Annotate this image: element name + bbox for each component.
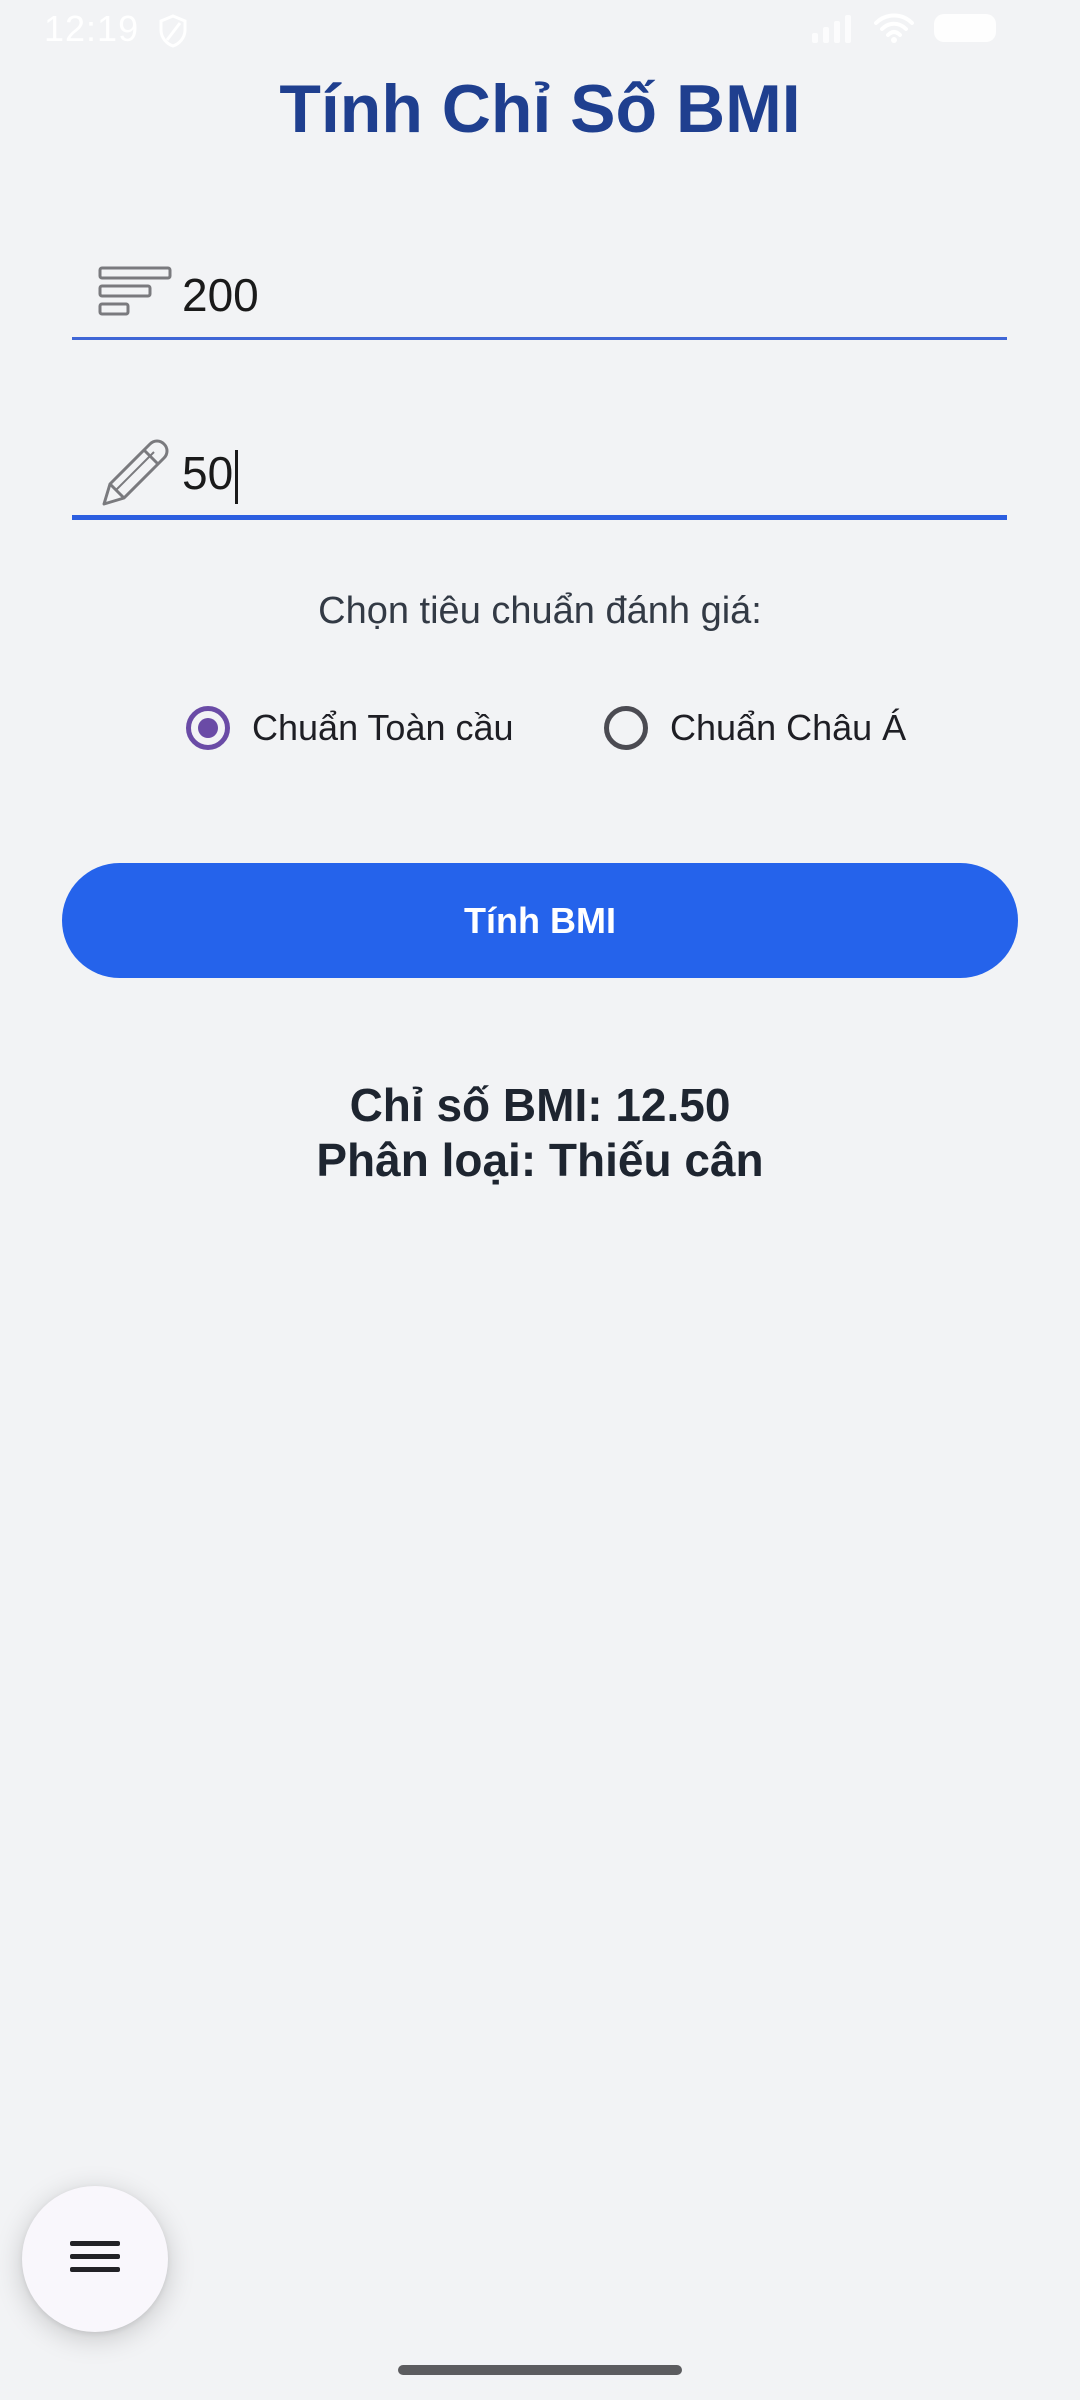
text-cursor: [235, 449, 239, 504]
shield-icon: [158, 14, 188, 53]
menu-icon: [70, 2239, 120, 2280]
criteria-radio-group: Chuẩn Toàn cầu Chuẩn Châu Á: [0, 698, 1080, 758]
weight-value: 50: [182, 446, 239, 504]
bmi-result: Chỉ số BMI: 12.50: [349, 1079, 731, 1131]
radio-asia-label: Chuẩn Châu Á: [670, 707, 907, 748]
height-input[interactable]: 200: [72, 250, 1007, 340]
wifi-icon: [874, 12, 914, 49]
status-time: 12:19: [44, 8, 140, 49]
radio-button-selected[interactable]: [186, 706, 230, 750]
page-title: Tính Chỉ Số BMI: [279, 71, 801, 147]
radio-global-standard[interactable]: Chuẩn Toàn cầu: [186, 698, 514, 758]
weight-underline: [72, 515, 1007, 520]
home-indicator[interactable]: [398, 2365, 682, 2375]
radio-asia-standard[interactable]: Chuẩn Châu Á: [604, 698, 906, 758]
status-bar: 12:19: [0, 0, 1080, 60]
sort-lines-icon: [98, 250, 180, 340]
bmi-category: Phân loại: Thiếu cân: [316, 1134, 764, 1186]
battery-icon: [932, 12, 1002, 49]
menu-fab[interactable]: [22, 2186, 168, 2332]
criteria-label: Chọn tiêu chuẩn đánh giá:: [318, 590, 762, 632]
radio-global-label: Chuẩn Toàn cầu: [252, 707, 514, 748]
height-underline: [72, 337, 1007, 340]
radio-button-unselected[interactable]: [604, 706, 648, 750]
pencil-icon: [98, 430, 180, 520]
signal-icon: [810, 13, 856, 48]
height-value: 200: [182, 269, 259, 321]
calculate-bmi-button[interactable]: Tính BMI: [62, 863, 1018, 978]
weight-input[interactable]: 50: [72, 430, 1007, 520]
